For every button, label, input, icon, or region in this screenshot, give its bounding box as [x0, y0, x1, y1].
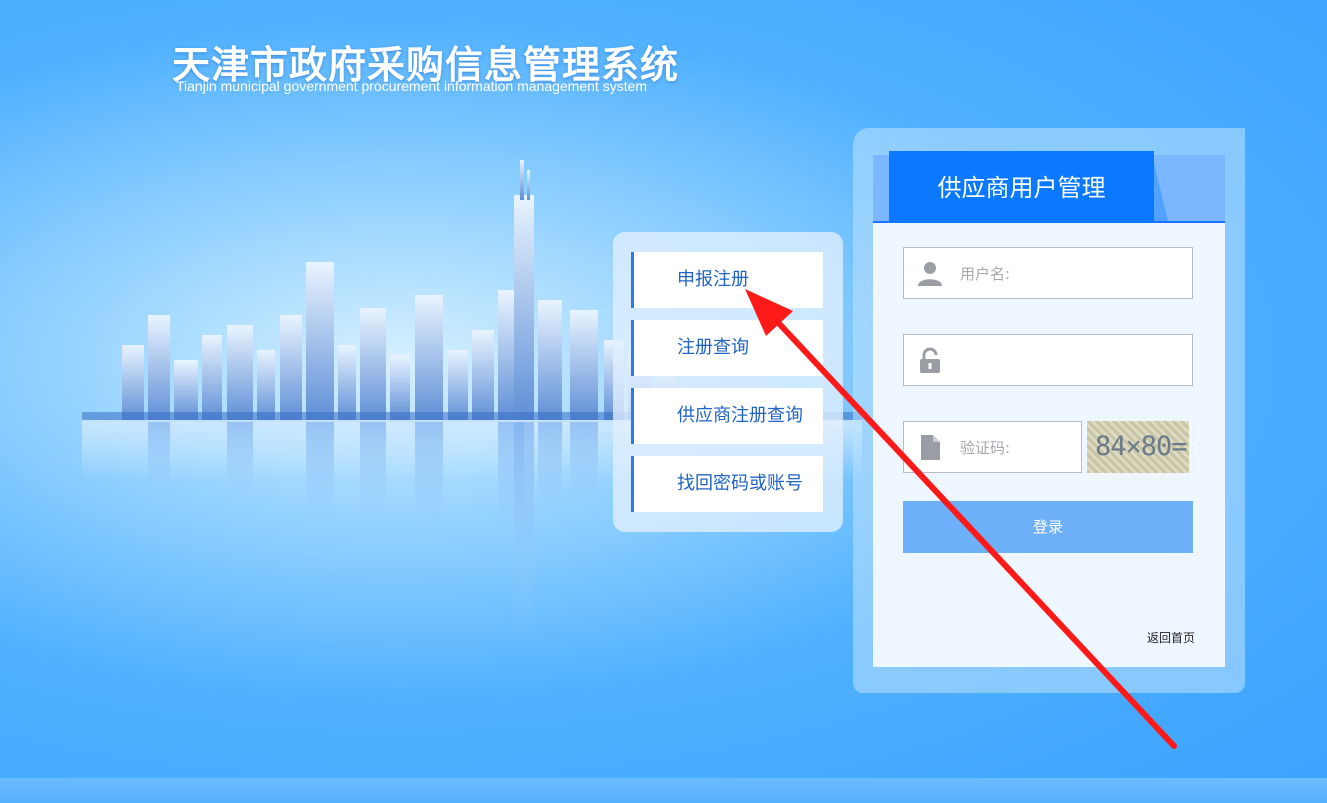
- lock-icon: [920, 347, 940, 373]
- login-header-slant: [1152, 155, 1168, 221]
- captcha-image[interactable]: 84×80=?: [1087, 421, 1189, 473]
- nav-item-recover-password[interactable]: 找回密码或账号: [631, 456, 823, 512]
- document-icon: [921, 435, 940, 460]
- login-page: 天津市政府采购信息管理系统 Tianjin municipal governme…: [0, 0, 1327, 803]
- login-title: 供应商用户管理: [889, 151, 1154, 223]
- captcha-placeholder: 验证码:: [960, 439, 1011, 457]
- nav-item-apply-register[interactable]: 申报注册: [631, 252, 823, 308]
- page-subtitle: Tianjin municipal government procurement…: [176, 78, 648, 94]
- footer-band: [0, 778, 1327, 803]
- user-icon: [918, 262, 942, 286]
- username-field[interactable]: 用户名:: [903, 247, 1193, 299]
- password-field[interactable]: [903, 334, 1193, 386]
- login-card: [873, 155, 1225, 667]
- login-button[interactable]: 登录: [903, 501, 1193, 553]
- nav-item-supplier-registration-query[interactable]: 供应商注册查询: [631, 388, 823, 444]
- back-home-link[interactable]: 返回首页: [1147, 629, 1195, 646]
- username-placeholder: 用户名:: [960, 265, 1011, 283]
- captcha-field[interactable]: 验证码:: [903, 421, 1082, 473]
- nav-item-registration-query[interactable]: 注册查询: [631, 320, 823, 376]
